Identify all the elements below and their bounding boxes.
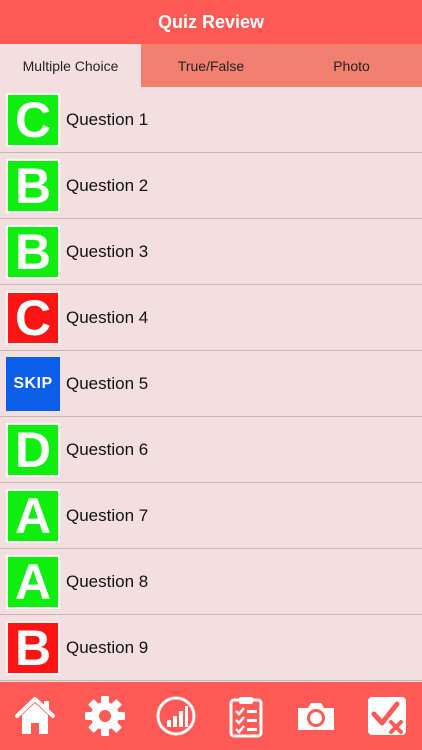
question-label: Question 9 (66, 638, 149, 657)
list-item[interactable]: C Question 1 (0, 87, 422, 153)
answer-badge: C (6, 93, 60, 147)
answer-badge: B (6, 621, 60, 675)
question-label: Question 1 (66, 110, 149, 129)
tab-photo[interactable]: Photo (281, 44, 422, 87)
bottom-toolbar (0, 682, 422, 750)
answer-badge: B (6, 225, 60, 279)
header-bar: Quiz Review (0, 0, 422, 44)
home-icon[interactable] (11, 692, 59, 740)
answer-badge: SKIP (6, 357, 60, 411)
answer-badge: C (6, 291, 60, 345)
stats-icon[interactable] (152, 692, 200, 740)
question-label: Question 7 (66, 506, 149, 525)
question-label: Question 3 (66, 242, 149, 261)
question-list: C Question 1 B Question 2 B Question 3 C… (0, 87, 422, 682)
list-item[interactable]: B Question 3 (0, 219, 422, 285)
tab-multiple-choice[interactable]: Multiple Choice (0, 44, 141, 87)
camera-icon[interactable] (292, 692, 340, 740)
answer-badge: B (6, 159, 60, 213)
question-label: Question 5 (66, 374, 149, 393)
answer-badge: D (6, 423, 60, 477)
checkbox-x-icon[interactable] (363, 692, 411, 740)
list-item[interactable]: A Question 7 (0, 483, 422, 549)
question-label: Question 6 (66, 440, 149, 459)
answer-badge: A (6, 489, 60, 543)
list-item[interactable]: SKIP Question 5 (0, 351, 422, 417)
list-item[interactable]: C Question 4 (0, 285, 422, 351)
page-title: Quiz Review (157, 11, 265, 32)
list-item[interactable]: B Question 2 (0, 153, 422, 219)
question-label: Question 2 (66, 176, 149, 195)
tab-bar: Multiple Choice True/False Photo (0, 44, 422, 87)
list-item[interactable]: A Question 8 (0, 549, 422, 615)
question-label: Question 8 (66, 572, 149, 591)
list-item[interactable]: D Question 6 (0, 417, 422, 483)
answer-badge: A (6, 555, 60, 609)
clipboard-icon[interactable] (222, 692, 270, 740)
list-item[interactable]: B Question 9 (0, 615, 422, 681)
tab-true-false[interactable]: True/False (141, 44, 281, 87)
question-label: Question 4 (66, 308, 149, 327)
gear-icon[interactable] (81, 692, 129, 740)
